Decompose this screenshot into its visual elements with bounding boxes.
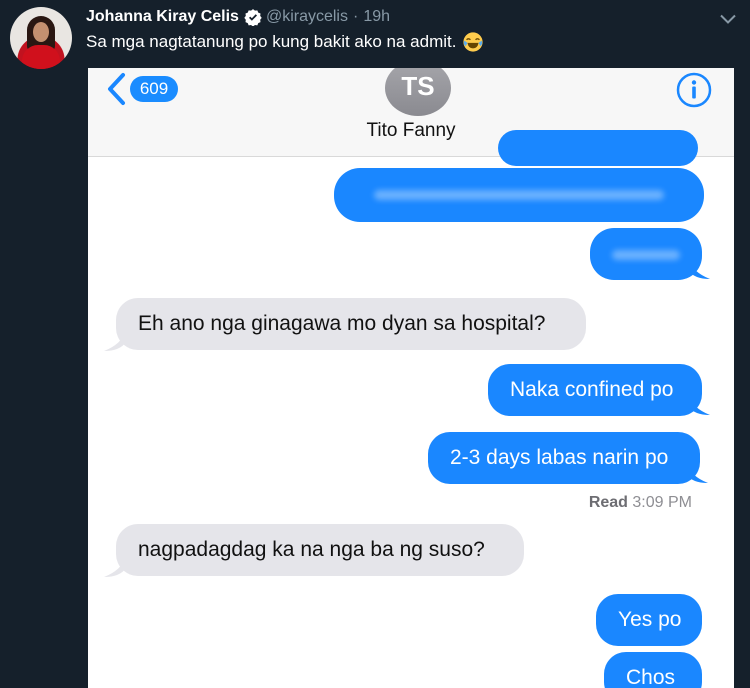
bubble-tail <box>688 394 710 415</box>
bubble-tail <box>104 330 126 351</box>
received-message-bubble[interactable]: Eh ano nga ginagawa mo dyan sa hospital? <box>116 298 586 350</box>
redacted-message-bubble[interactable] <box>334 168 704 222</box>
redacted-message-bubble[interactable] <box>590 228 702 280</box>
author-handle[interactable]: @kiraycelis <box>266 8 348 26</box>
tweet-text: Sa mga nagtatanung po kung bakit ako na … <box>86 32 457 51</box>
redacted-message-bubble[interactable] <box>498 130 698 166</box>
info-icon[interactable] <box>676 72 712 108</box>
tweet-header: Johanna Kiray Celis @kiraycelis · 19h <box>86 8 390 26</box>
received-message-bubble[interactable]: nagpadagdag ka na nga ba ng suso? <box>116 524 524 576</box>
avatar-face <box>33 22 49 42</box>
bubble-tail <box>686 462 708 483</box>
verified-badge-icon <box>244 9 262 26</box>
time-separator: · <box>352 8 359 25</box>
tweet-text-row: Sa mga nagtatanung po kung bakit ako na … <box>86 31 484 53</box>
tweet-time[interactable]: 19h <box>363 8 390 26</box>
read-label: Read <box>588 494 628 511</box>
chevron-down-icon[interactable] <box>720 14 736 24</box>
author-name[interactable]: Johanna Kiray Celis <box>86 8 239 26</box>
author-avatar[interactable] <box>10 7 72 69</box>
sent-message-bubble[interactable]: Yes po <box>596 594 702 646</box>
sent-message-bubble[interactable]: 2-3 days labas narin po <box>428 432 700 484</box>
back-unread-badge[interactable]: 609 <box>130 76 178 102</box>
contact-avatar[interactable]: TS <box>385 68 451 116</box>
sent-message-bubble[interactable]: Chos <box>604 652 702 688</box>
read-time: 3:09 PM <box>632 494 692 511</box>
read-receipt: Read 3:09 PM <box>589 494 692 512</box>
avatar-dress <box>22 45 60 69</box>
bubble-tail <box>688 258 710 279</box>
back-chevron-icon[interactable] <box>106 72 128 106</box>
sent-message-bubble[interactable]: Naka confined po <box>488 364 702 416</box>
laughing-emoji-icon <box>463 32 484 52</box>
bubble-tail <box>104 556 126 577</box>
message-screenshot[interactable]: 609 TS Tito Fanny Eh ano nga ginagawa mo… <box>88 68 734 688</box>
